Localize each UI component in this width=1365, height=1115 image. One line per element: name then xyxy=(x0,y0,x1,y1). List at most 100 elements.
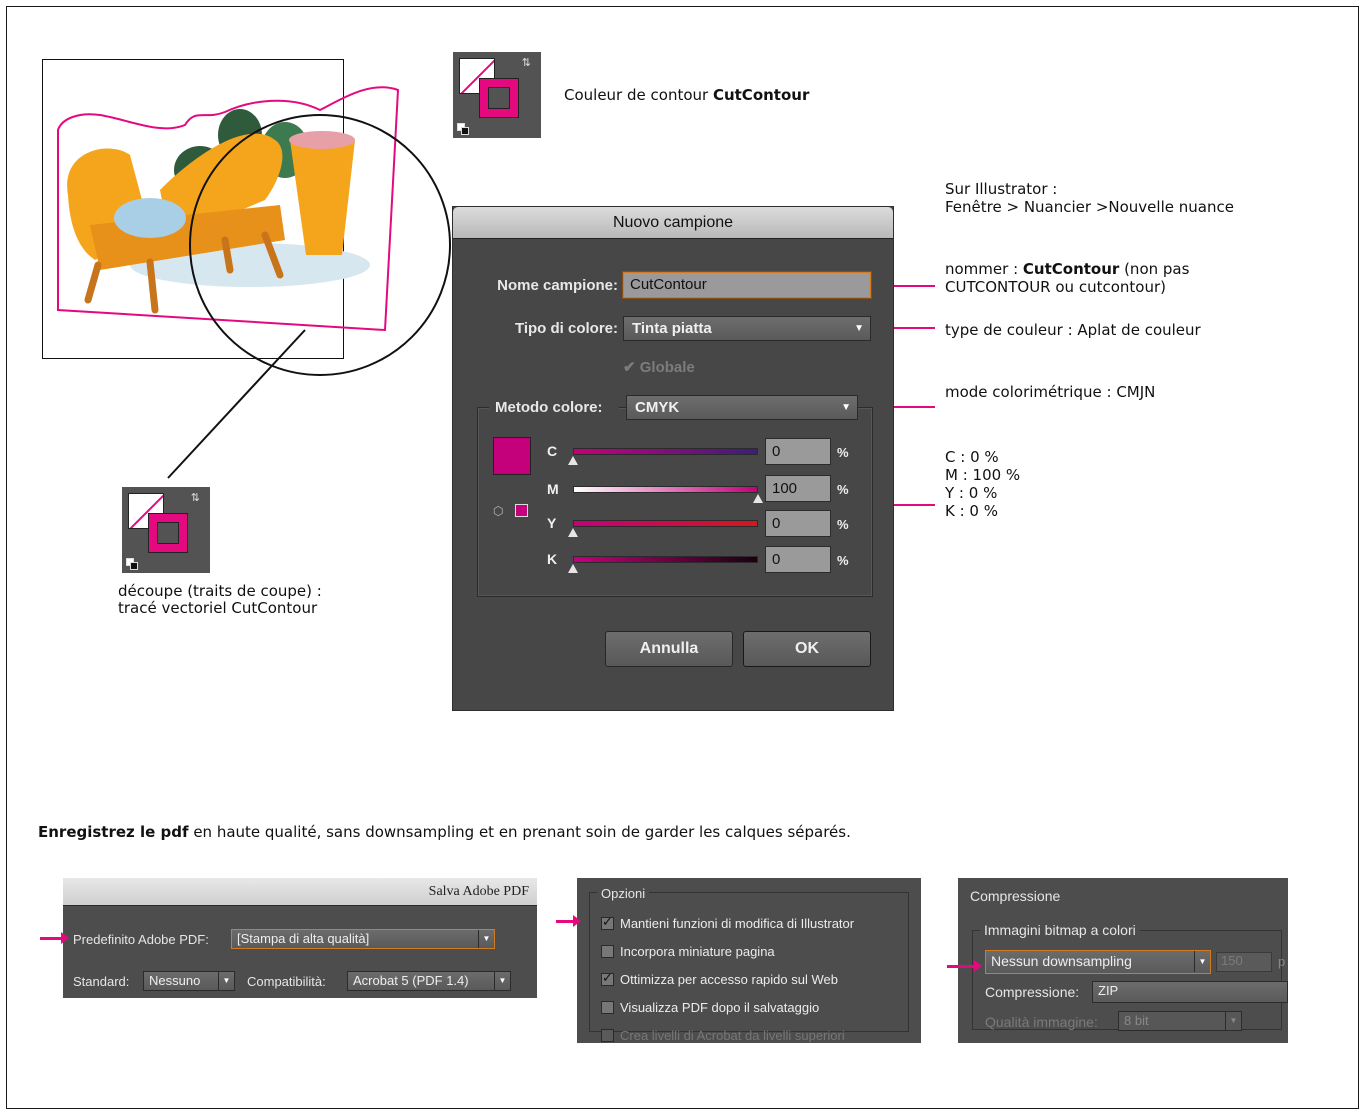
compat-label: Compatibilità: xyxy=(247,974,326,989)
chair-cushion xyxy=(114,198,186,238)
cmyk-note-k: K : 0 % xyxy=(945,502,998,520)
stroke-swatch xyxy=(148,513,188,553)
global-checkbox[interactable]: ✔ Globale xyxy=(623,358,695,376)
dropdown-arrow-icon: ▼ xyxy=(1194,951,1210,972)
pdf-instruction: Enregistrez le pdf en haute qualité, san… xyxy=(38,823,851,841)
cmyk-note-c: C : 0 % xyxy=(945,448,999,466)
value-input-m[interactable]: 100 xyxy=(765,475,831,502)
name-note-line2: CUTCONTOUR ou cutcontour) xyxy=(945,278,1166,296)
standard-select[interactable]: Nessuno ▼ xyxy=(143,971,235,991)
compat-select[interactable]: Acrobat 5 (PDF 1.4) ▼ xyxy=(347,971,511,991)
swap-icon: ⇅ xyxy=(190,491,200,504)
slider-thumb-c[interactable] xyxy=(568,456,578,465)
option-embed-thumbnails[interactable]: Incorpora miniature pagina xyxy=(601,944,775,959)
slider-track-m[interactable] xyxy=(573,486,758,493)
option-create-layers[interactable]: Crea livelli di Acrobat da livelli super… xyxy=(601,1028,845,1043)
stroke-color-note: Couleur de contour CutContour xyxy=(564,86,810,104)
swatch-name-input[interactable]: CutContour xyxy=(623,272,871,298)
quality-select[interactable]: 8 bit ▼ xyxy=(1118,1011,1242,1031)
checkmark-icon: ✔ xyxy=(623,359,636,376)
color-method-label: Metodo colore: xyxy=(489,399,619,416)
compression-label: Compressione: xyxy=(985,984,1080,1000)
percent-y: % xyxy=(837,517,849,532)
pointer-arrow-icon xyxy=(40,932,69,944)
checkbox-checked-icon xyxy=(601,970,614,986)
zoom-line xyxy=(167,329,306,479)
quality-label: Qualità immagine: xyxy=(985,1014,1098,1030)
cmyk-note-y: Y : 0 % xyxy=(945,484,998,502)
save-pdf-panel: Salva Adobe PDF Predefinito Adobe PDF: [… xyxy=(63,878,537,998)
value-input-c[interactable]: 0 xyxy=(765,438,831,465)
color-type-select[interactable]: Tinta piatta ▼ xyxy=(623,316,871,341)
cut-note-line1: découpe (traits de coupe) : xyxy=(118,582,322,600)
downsampling-select[interactable]: Nessun downsampling ▼ xyxy=(985,950,1211,974)
cmyk-note-m: M : 100 % xyxy=(945,466,1021,484)
preset-label: Predefinito Adobe PDF: xyxy=(73,932,209,947)
default-colors-icon xyxy=(126,558,138,570)
color-mode-note: mode colorimétrique : CMJN xyxy=(945,383,1156,401)
slider-track-y[interactable] xyxy=(573,520,758,527)
stroke-swatch-widget: ⇅ xyxy=(453,52,541,138)
ok-button[interactable]: OK xyxy=(743,631,871,667)
dropdown-arrow-icon: ▼ xyxy=(854,323,864,334)
slider-label-y: Y xyxy=(547,515,557,531)
percent-m: % xyxy=(837,482,849,497)
preset-select[interactable]: [Stampa di alta qualità] ▼ xyxy=(231,929,495,949)
save-pdf-title: Salva Adobe PDF xyxy=(63,878,537,906)
compression-select[interactable]: ZIP xyxy=(1092,981,1288,1003)
ppi-unit: p xyxy=(1278,954,1286,969)
dialog-title: Nuovo campione xyxy=(453,207,893,239)
illustrator-note-line2: Fenêtre > Nuancier >Nouvelle nuance xyxy=(945,198,1234,216)
color-type-label: Tipo di colore: xyxy=(514,320,618,337)
slider-track-c[interactable] xyxy=(573,448,758,455)
slider-thumb-m[interactable] xyxy=(753,494,763,503)
gamut-cube-icon: ⬡ xyxy=(493,504,504,518)
checkbox-icon xyxy=(601,945,614,958)
dropdown-arrow-icon: ▼ xyxy=(1225,1012,1241,1030)
cancel-button[interactable]: Annulla xyxy=(605,631,733,667)
ppi-input[interactable]: 150 xyxy=(1216,952,1272,972)
option-keep-editing[interactable]: Mantieni funzioni di modifica di Illustr… xyxy=(601,914,854,931)
illustrator-note-line1: Sur Illustrator : xyxy=(945,180,1058,198)
option-view-pdf[interactable]: Visualizza PDF dopo il salvataggio xyxy=(601,1000,819,1015)
compression-panel: Compressione Immagini bitmap a colori Ne… xyxy=(958,878,1288,1043)
percent-c: % xyxy=(837,445,849,460)
color-preview-swatch xyxy=(493,437,531,475)
stroke-swatch xyxy=(479,78,519,118)
standard-label: Standard: xyxy=(73,974,130,989)
slider-label-k: K xyxy=(547,551,558,567)
pot-rim xyxy=(289,131,355,149)
compression-title: Compressione xyxy=(970,888,1061,904)
slider-thumb-k[interactable] xyxy=(568,564,578,573)
stroke-swatch-widget-2: ⇅ xyxy=(122,487,210,573)
checkbox-icon xyxy=(601,1029,614,1042)
pointer-arrow-icon xyxy=(556,915,581,927)
percent-k: % xyxy=(837,553,849,568)
slider-track-k[interactable] xyxy=(573,556,758,563)
options-title: Opzioni xyxy=(597,886,650,901)
checkbox-checked-icon xyxy=(601,914,614,930)
pointer-arrow-icon xyxy=(947,960,982,972)
gamut-color-chip[interactable] xyxy=(515,504,528,517)
checkbox-icon xyxy=(601,1001,614,1014)
name-note-line1: nommer : CutContour (non pas xyxy=(945,260,1190,278)
swatch-name-label: Nome campione: xyxy=(497,277,618,294)
cut-note-line2: tracé vectoriel CutContour xyxy=(118,599,318,617)
slider-label-m: M xyxy=(547,481,559,497)
value-input-k[interactable]: 0 xyxy=(765,546,831,573)
option-fast-web[interactable]: Ottimizza per accesso rapido sul Web xyxy=(601,970,838,987)
slider-label-c: C xyxy=(547,443,558,459)
dropdown-arrow-icon: ▼ xyxy=(841,402,851,413)
new-swatch-dialog: Nuovo campione Nome campione: CutContour… xyxy=(452,206,894,711)
color-type-note: type de couleur : Aplat de couleur xyxy=(945,321,1201,339)
color-method-select[interactable]: CMYK ▼ xyxy=(626,395,858,420)
bitmap-group-title: Immagini bitmap a colori xyxy=(980,922,1140,938)
dropdown-arrow-icon: ▼ xyxy=(478,930,494,948)
default-colors-icon xyxy=(457,123,469,135)
slider-thumb-y[interactable] xyxy=(568,528,578,537)
options-panel: Opzioni Mantieni funzioni di modifica di… xyxy=(577,878,921,1043)
value-input-y[interactable]: 0 xyxy=(765,510,831,537)
dropdown-arrow-icon: ▼ xyxy=(494,972,510,990)
dropdown-arrow-icon: ▼ xyxy=(218,972,234,990)
plant-pot xyxy=(290,140,355,255)
